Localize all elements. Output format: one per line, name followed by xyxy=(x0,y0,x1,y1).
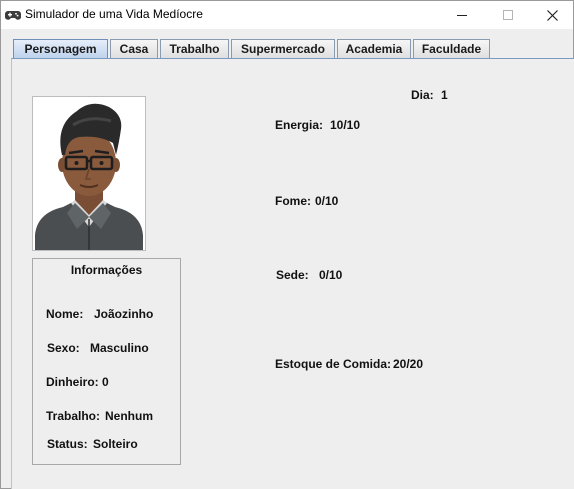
status-value: Solteiro xyxy=(93,437,138,451)
estoque-label: Estoque de Comida: xyxy=(275,357,392,371)
dinheiro-label: Dinheiro: xyxy=(46,375,99,389)
fome-label: Fome: xyxy=(275,194,311,208)
info-title: Informações xyxy=(70,263,143,277)
nome-label: Nome: xyxy=(46,307,84,321)
trabalho-value: Nenhum xyxy=(105,409,153,423)
minimize-button[interactable] xyxy=(439,1,485,29)
energia-label: Energia: xyxy=(275,118,324,132)
dia-label: Dia: xyxy=(411,88,434,102)
avatar xyxy=(32,96,146,251)
fome-value: 0/10 xyxy=(315,194,339,208)
maximize-icon xyxy=(503,10,513,20)
tab-supermercado[interactable]: Supermercado xyxy=(231,39,335,59)
gamepad-icon xyxy=(5,11,21,20)
nome-value: Joãozinho xyxy=(94,307,154,321)
tab-casa[interactable]: Casa xyxy=(110,39,158,59)
energia-value: 10/10 xyxy=(330,118,361,132)
maximize-button[interactable] xyxy=(485,1,531,29)
close-icon xyxy=(546,9,558,21)
info-panel: Informações xyxy=(32,258,181,465)
sexo-label: Sexo: xyxy=(47,341,80,355)
close-button[interactable] xyxy=(529,1,574,29)
trabalho-label: Trabalho: xyxy=(46,409,101,423)
sexo-value: Masculino xyxy=(90,341,149,355)
tab-personagem[interactable]: Personagem xyxy=(13,39,108,59)
title-bar[interactable]: Simulador de uma Vida Medíocre xyxy=(1,1,573,29)
sede-value: 0/10 xyxy=(319,268,343,282)
tab-academia[interactable]: Academia xyxy=(337,39,411,59)
sede-label: Sede: xyxy=(276,268,309,282)
avatar-icon xyxy=(35,103,143,250)
dia-value: 1 xyxy=(441,88,448,102)
minimize-icon xyxy=(457,14,467,16)
estoque-value: 20/20 xyxy=(393,357,424,371)
tab-trabalho[interactable]: Trabalho xyxy=(160,39,229,59)
app-window: Simulador de uma Vida Medíocre Personage… xyxy=(0,0,574,489)
window-title: Simulador de uma Vida Medíocre xyxy=(25,7,203,21)
tab-faculdade[interactable]: Faculdade xyxy=(413,39,490,59)
status-label: Status: xyxy=(47,437,88,451)
dinheiro-value: 0 xyxy=(102,375,109,389)
